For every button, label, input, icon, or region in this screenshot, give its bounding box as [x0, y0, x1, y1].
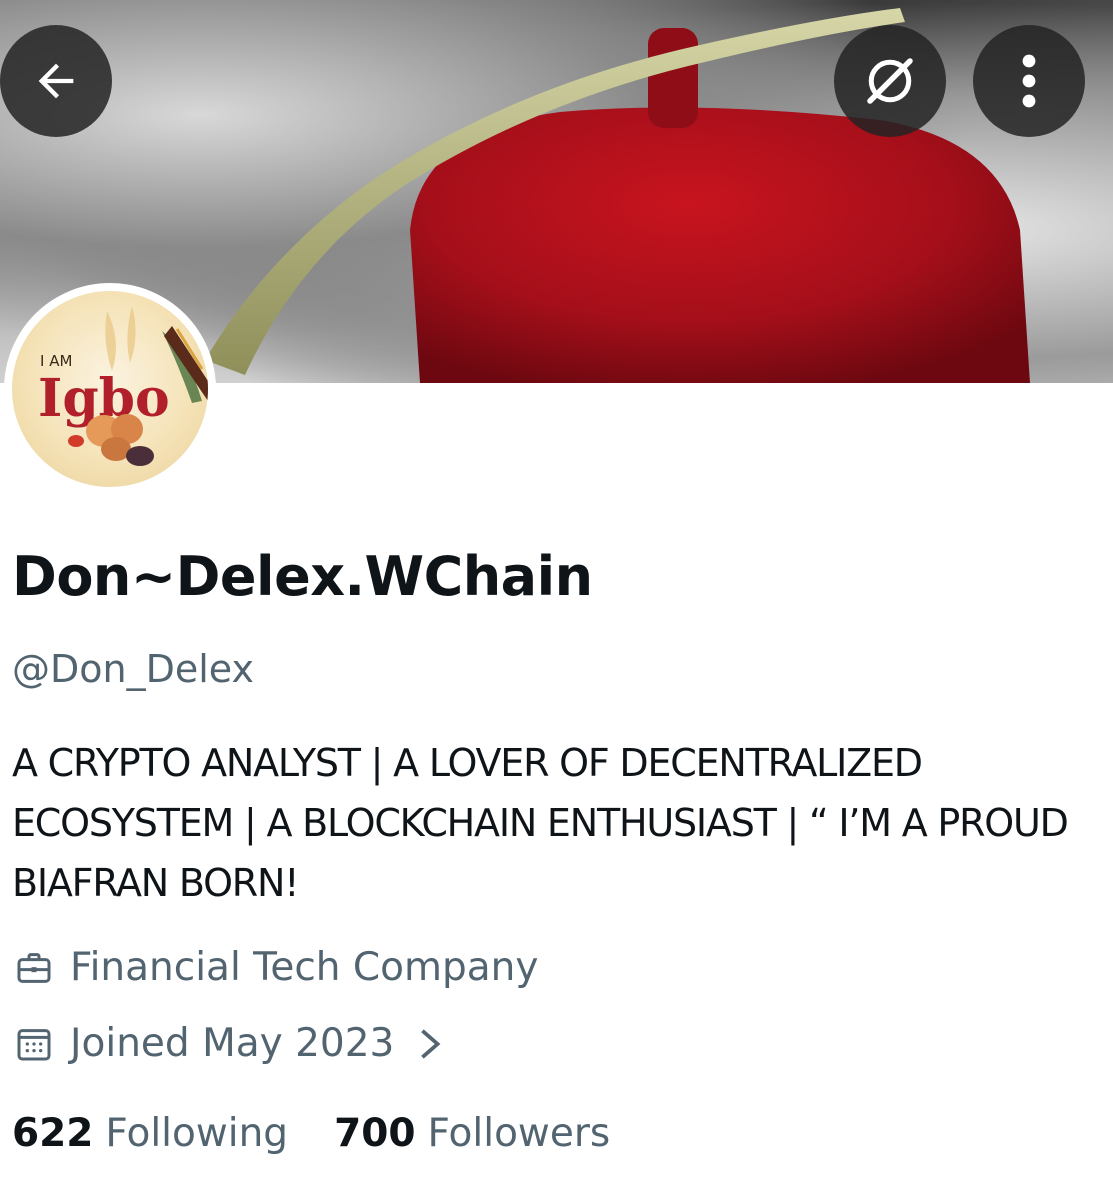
more-vertical-icon: [1022, 54, 1036, 108]
display-name: Don~Delex.WChain: [12, 545, 593, 608]
profession-label: Financial Tech Company: [70, 945, 539, 990]
profession-row: Financial Tech Company: [12, 945, 538, 990]
briefcase-icon: [12, 946, 56, 990]
follow-stats: 622 Following 700 Followers: [12, 1111, 610, 1156]
arrow-left-icon: [38, 63, 74, 99]
username-handle: @Don_Delex: [12, 647, 254, 691]
avatar-image: I AM Igbo: [12, 291, 208, 487]
chevron-right-icon: [418, 1027, 442, 1061]
followers-count: 700: [334, 1111, 416, 1156]
joined-row[interactable]: Joined May 2023: [12, 1021, 442, 1066]
bio: A CRYPTO ANALYST | A LOVER OF DECENTRALI…: [12, 741, 1069, 905]
following-link[interactable]: 622 Following: [12, 1111, 288, 1156]
grok-button[interactable]: [834, 25, 946, 137]
joined-date-label: Joined May 2023: [70, 1021, 395, 1066]
grok-icon: [867, 58, 913, 104]
followers-label: Followers: [427, 1111, 611, 1156]
more-options-button[interactable]: [973, 25, 1085, 137]
avatar[interactable]: I AM Igbo: [4, 283, 216, 495]
following-label: Following: [105, 1111, 289, 1156]
calendar-icon: [12, 1022, 56, 1066]
back-button[interactable]: [0, 25, 112, 137]
following-count: 622: [12, 1111, 94, 1156]
followers-link[interactable]: 700 Followers: [334, 1111, 610, 1156]
